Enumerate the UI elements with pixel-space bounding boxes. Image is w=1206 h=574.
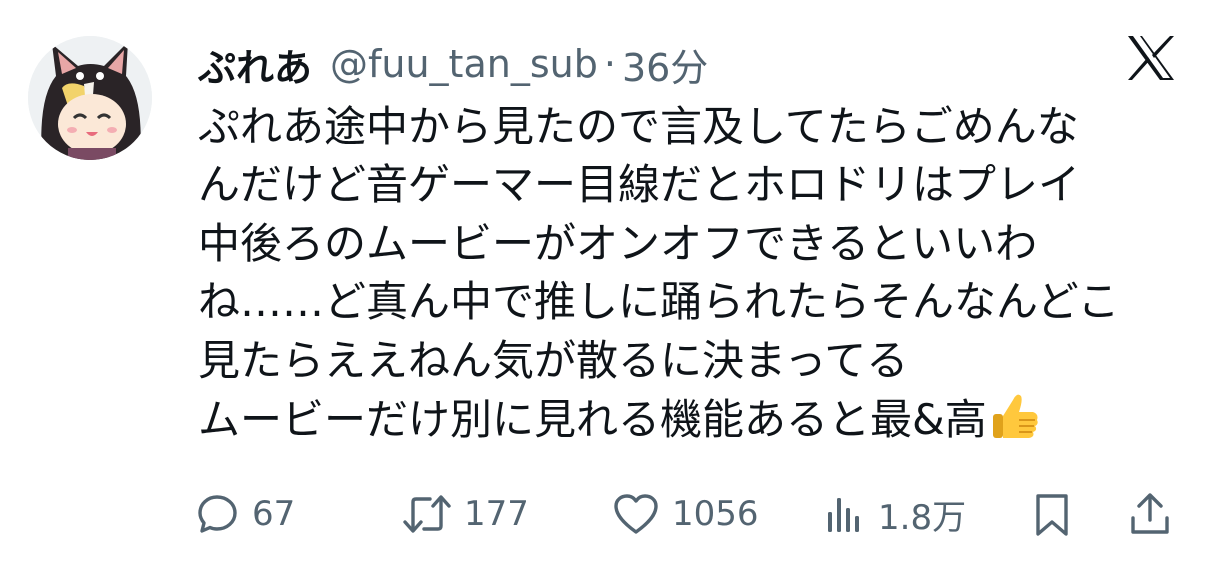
share-button[interactable] — [1128, 486, 1172, 542]
tweet-line: んだけど音ゲーマー目線だとホロドリはプレイ — [198, 160, 1081, 210]
thumbs-up-emoji-icon — [989, 390, 1041, 457]
share-icon — [1128, 492, 1172, 536]
tweet-last-line: ムービーだけ別に見れる機能あると最&高 — [198, 390, 1178, 457]
x-logo-icon[interactable] — [1126, 34, 1176, 82]
user-handle[interactable]: @fuu_tan_sub — [330, 42, 598, 86]
tweet-line: ムービーだけ別に見れる機能あると最&高 — [198, 395, 987, 445]
views-button[interactable]: 1.8万 — [822, 486, 966, 542]
avatar[interactable] — [28, 36, 152, 160]
retweet-button[interactable]: 177 — [402, 486, 529, 542]
separator-dot: · — [603, 42, 616, 86]
display-name[interactable]: ぷれあ — [198, 37, 312, 92]
tweet-line: ね……ど真ん中で推しに踊られたらそんなんどこ — [198, 277, 1120, 327]
like-count: 1056 — [672, 494, 759, 534]
like-button[interactable]: 1056 — [612, 486, 759, 542]
views-count: 1.8万 — [878, 497, 967, 538]
reply-button[interactable]: 67 — [196, 486, 295, 542]
retweet-icon — [402, 492, 452, 536]
bookmark-button[interactable] — [1030, 486, 1074, 542]
tweet-line: 見たらええねん気が散るに決まってる — [198, 335, 909, 385]
tweet-line: ぷれあ途中から見たので言及してたらごめんな — [198, 102, 1079, 151]
action-bar: 67 177 1056 1.8万 — [0, 486, 1206, 542]
tweet-text: ぷれあ途中から見たので言及してたらごめんな んだけど音ゲーマー目線だとホロドリは… — [198, 98, 1178, 457]
like-icon — [612, 492, 660, 536]
reply-icon — [196, 492, 240, 536]
tweet-header: ぷれあ @fuu_tan_sub · 36分 — [198, 36, 708, 92]
avatar-illustration — [28, 36, 152, 160]
timestamp[interactable]: 36分 — [622, 37, 708, 92]
views-icon — [822, 492, 866, 536]
retweet-count: 177 — [464, 494, 529, 534]
tweet-line: 中後ろのムービーがオンオフできるといいわ — [198, 218, 1038, 268]
reply-count: 67 — [252, 494, 296, 534]
bookmark-icon — [1030, 492, 1074, 536]
